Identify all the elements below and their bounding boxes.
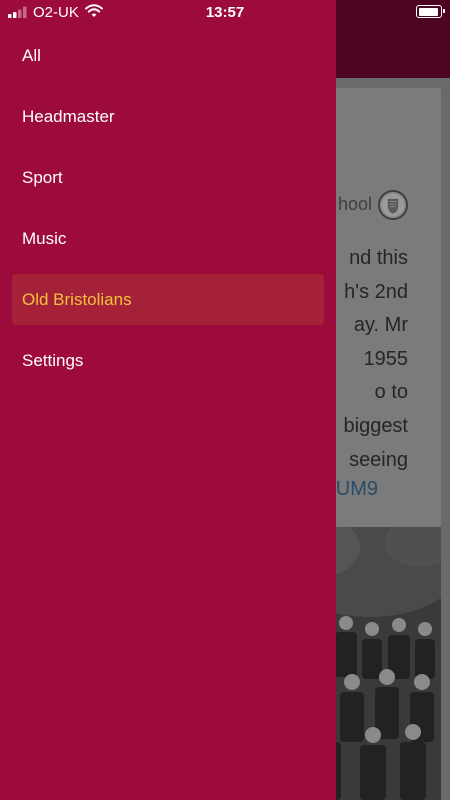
menu-item-music[interactable]: Music (12, 213, 324, 264)
clock: 13:57 (205, 4, 245, 21)
drawer-menu: All Headmaster Sport Music Old Bristolia… (12, 30, 324, 396)
menu-item-sport[interactable]: Sport (12, 152, 324, 203)
menu-item-label: Headmaster (22, 106, 115, 126)
menu-item-old-bristolians[interactable]: Old Bristolians (12, 274, 324, 325)
menu-item-label: Sport (22, 167, 63, 187)
menu-item-settings[interactable]: Settings (12, 335, 324, 386)
battery-icon (416, 5, 445, 18)
menu-item-label: Settings (22, 350, 84, 370)
status-bar: O2-UK 13:57 (0, 0, 450, 26)
menu-item-label: All (22, 45, 41, 65)
school-crest-icon (378, 190, 408, 220)
battery-level (418, 7, 438, 16)
menu-item-headmaster[interactable]: Headmaster (12, 91, 324, 142)
menu-item-all[interactable]: All (12, 30, 324, 81)
menu-item-label: Music (22, 228, 67, 248)
navigation-drawer: All Headmaster Sport Music Old Bristolia… (0, 0, 336, 800)
menu-item-label: Old Bristolians (22, 289, 132, 309)
